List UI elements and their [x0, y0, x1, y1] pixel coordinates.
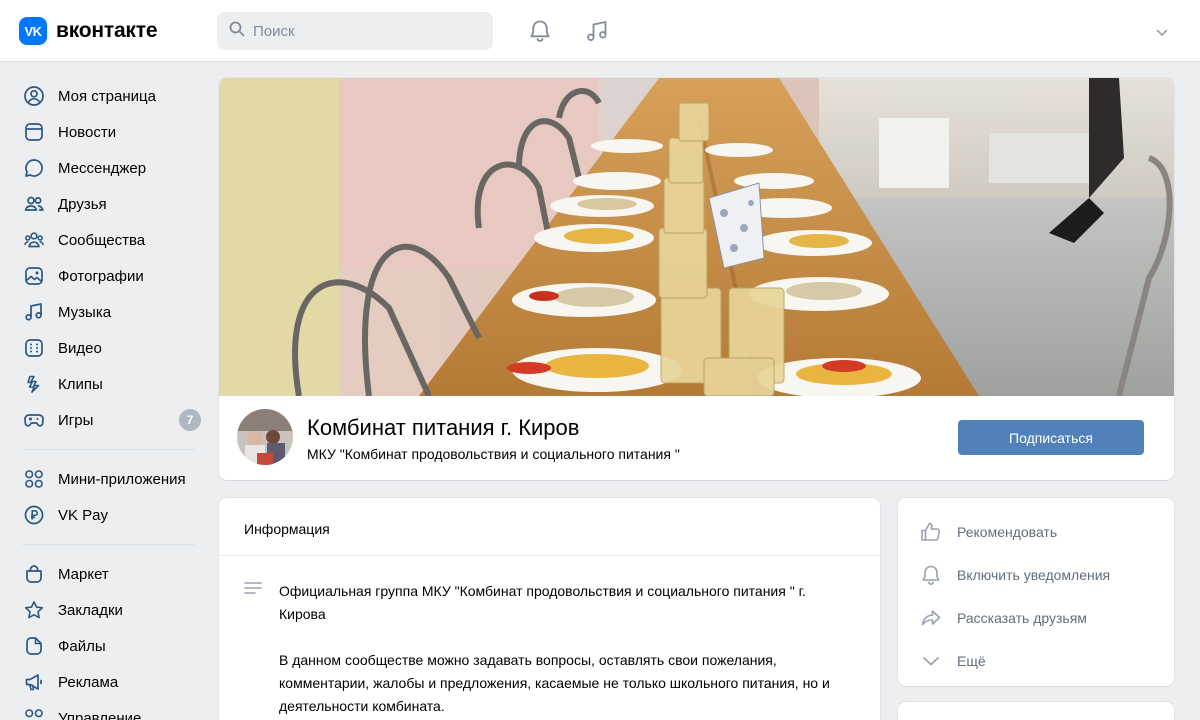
bell-icon: [919, 563, 943, 587]
sidebar-divider: [22, 544, 195, 545]
video-icon: [22, 336, 46, 360]
left-sidebar: Моя страница Новости Мессенджер Друзья С…: [0, 78, 205, 720]
sidebar-item-label: Закладки: [58, 601, 123, 619]
group-info-bar: Комбинат питания г. Киров МКУ "Комбинат …: [219, 396, 1174, 480]
notifications-action[interactable]: Включить уведомления: [898, 553, 1174, 596]
search-box[interactable]: [217, 12, 493, 50]
action-label: Включить уведомления: [957, 566, 1111, 583]
sidebar-item-messenger[interactable]: Мессенджер: [0, 150, 205, 186]
sidebar-item-label: VK Pay: [58, 506, 109, 524]
sidebar-item-clips[interactable]: Клипы: [0, 366, 205, 402]
sidebar-item-files[interactable]: Файлы: [0, 628, 205, 664]
sidebar-item-label: Реклама: [58, 673, 119, 691]
action-label: Ещё: [957, 652, 986, 669]
games-count-badge: 7: [179, 409, 201, 431]
user-circle-icon: [22, 84, 46, 108]
photo-icon: [22, 264, 46, 288]
subscribe-button[interactable]: Подписаться: [958, 420, 1144, 455]
mini-apps-icon: [22, 467, 46, 491]
news-icon: [22, 120, 46, 144]
sidebar-item-label: Мини-приложения: [58, 470, 186, 488]
sidebar-item-communities[interactable]: Сообщества: [0, 222, 205, 258]
action-label: Рассказать друзьям: [957, 609, 1087, 626]
group-avatar[interactable]: [237, 409, 293, 465]
sidebar-item-label: Маркет: [58, 565, 109, 583]
clips-icon: [22, 372, 46, 396]
shopping-bag-icon: [22, 562, 46, 586]
sidebar-item-bookmarks[interactable]: Закладки: [0, 592, 205, 628]
description-paragraph-1: Официальная группа МКУ "Комбинат продово…: [279, 583, 806, 622]
group-title: Комбинат питания г. Киров: [307, 415, 580, 440]
sidebar-item-music[interactable]: Музыка: [0, 294, 205, 330]
thumbs-up-icon: [919, 520, 943, 544]
sidebar-item-friends[interactable]: Друзья: [0, 186, 205, 222]
sidebar-item-label: Моя страница: [58, 87, 156, 105]
friends-icon: [22, 192, 46, 216]
sidebar-item-label: Друзья: [58, 195, 107, 213]
megaphone-icon: [22, 670, 46, 694]
gamepad-icon: [22, 408, 46, 432]
sidebar-item-games[interactable]: Игры 7: [0, 402, 205, 438]
sidebar-divider: [22, 449, 195, 450]
music-icon: [22, 300, 46, 324]
search-icon: [229, 21, 245, 42]
top-header: VK вконтакте: [0, 0, 1200, 62]
sidebar-item-market[interactable]: Маркет: [0, 556, 205, 592]
sidebar-item-label: Видео: [58, 339, 102, 357]
share-action[interactable]: Рассказать друзьям: [898, 596, 1174, 639]
sidebar-item-ads[interactable]: Реклама: [0, 664, 205, 700]
recommend-action[interactable]: Рекомендовать: [898, 510, 1174, 553]
manage-icon: [22, 706, 46, 720]
message-bubble-icon: [22, 156, 46, 180]
info-card: Информация Официальная группа МКУ "Комби…: [219, 498, 880, 720]
text-lines-icon: [244, 581, 262, 604]
sidebar-item-label: Управление: [58, 709, 142, 720]
sidebar-item-photos[interactable]: Фотографии: [0, 258, 205, 294]
sidebar-item-label: Музыка: [58, 303, 112, 321]
group-header-card: Комбинат питания г. Киров МКУ "Комбинат …: [219, 78, 1174, 480]
more-action[interactable]: Ещё: [898, 639, 1174, 682]
info-title: Информация: [219, 498, 880, 556]
sidebar-item-news[interactable]: Новости: [0, 114, 205, 150]
bell-icon[interactable]: [526, 17, 554, 45]
sidebar-item-manage[interactable]: Управление: [0, 700, 205, 720]
vk-logo-text: вконтакте: [56, 19, 158, 42]
sidebar-item-my-page[interactable]: Моя страница: [0, 78, 205, 114]
description-paragraph-2: В данном сообществе можно задавать вопро…: [279, 652, 830, 714]
sidebar-item-label: Файлы: [58, 637, 106, 655]
vk-logo[interactable]: VK вконтакте: [19, 17, 157, 45]
sidebar-item-label: Клипы: [58, 375, 103, 393]
share-arrow-icon: [919, 606, 943, 630]
sidebar-item-video[interactable]: Видео: [0, 330, 205, 366]
search-input[interactable]: [253, 22, 473, 40]
sidebar-item-mini-apps[interactable]: Мини-приложения: [0, 461, 205, 497]
sidebar-item-label: Новости: [58, 123, 117, 141]
vk-pay-icon: [22, 503, 46, 527]
chevron-down-icon: [919, 649, 943, 673]
cover-photo: [219, 78, 1174, 396]
star-icon: [22, 598, 46, 622]
sidebar-item-label: Сообщества: [58, 231, 146, 249]
info-description: Официальная группа МКУ "Комбинат продово…: [219, 556, 880, 718]
file-icon: [22, 634, 46, 658]
sidebar-item-label: Игры: [58, 411, 94, 429]
action-label: Рекомендовать: [957, 523, 1058, 540]
music-note-icon[interactable]: [583, 17, 611, 45]
chevron-down-icon[interactable]: [1156, 24, 1168, 42]
sidebar-item-label: Мессенджер: [58, 159, 147, 177]
group-status: МКУ "Комбинат продовольствия и социально…: [307, 446, 680, 462]
sidebar-item-label: Фотографии: [58, 267, 144, 285]
actions-card: Рекомендовать Включить уведомления Расск…: [898, 498, 1174, 686]
next-block-card: [898, 702, 1174, 720]
vk-logo-mark: VK: [19, 17, 47, 45]
communities-icon: [22, 228, 46, 252]
sidebar-item-vk-pay[interactable]: VK Pay: [0, 497, 205, 533]
